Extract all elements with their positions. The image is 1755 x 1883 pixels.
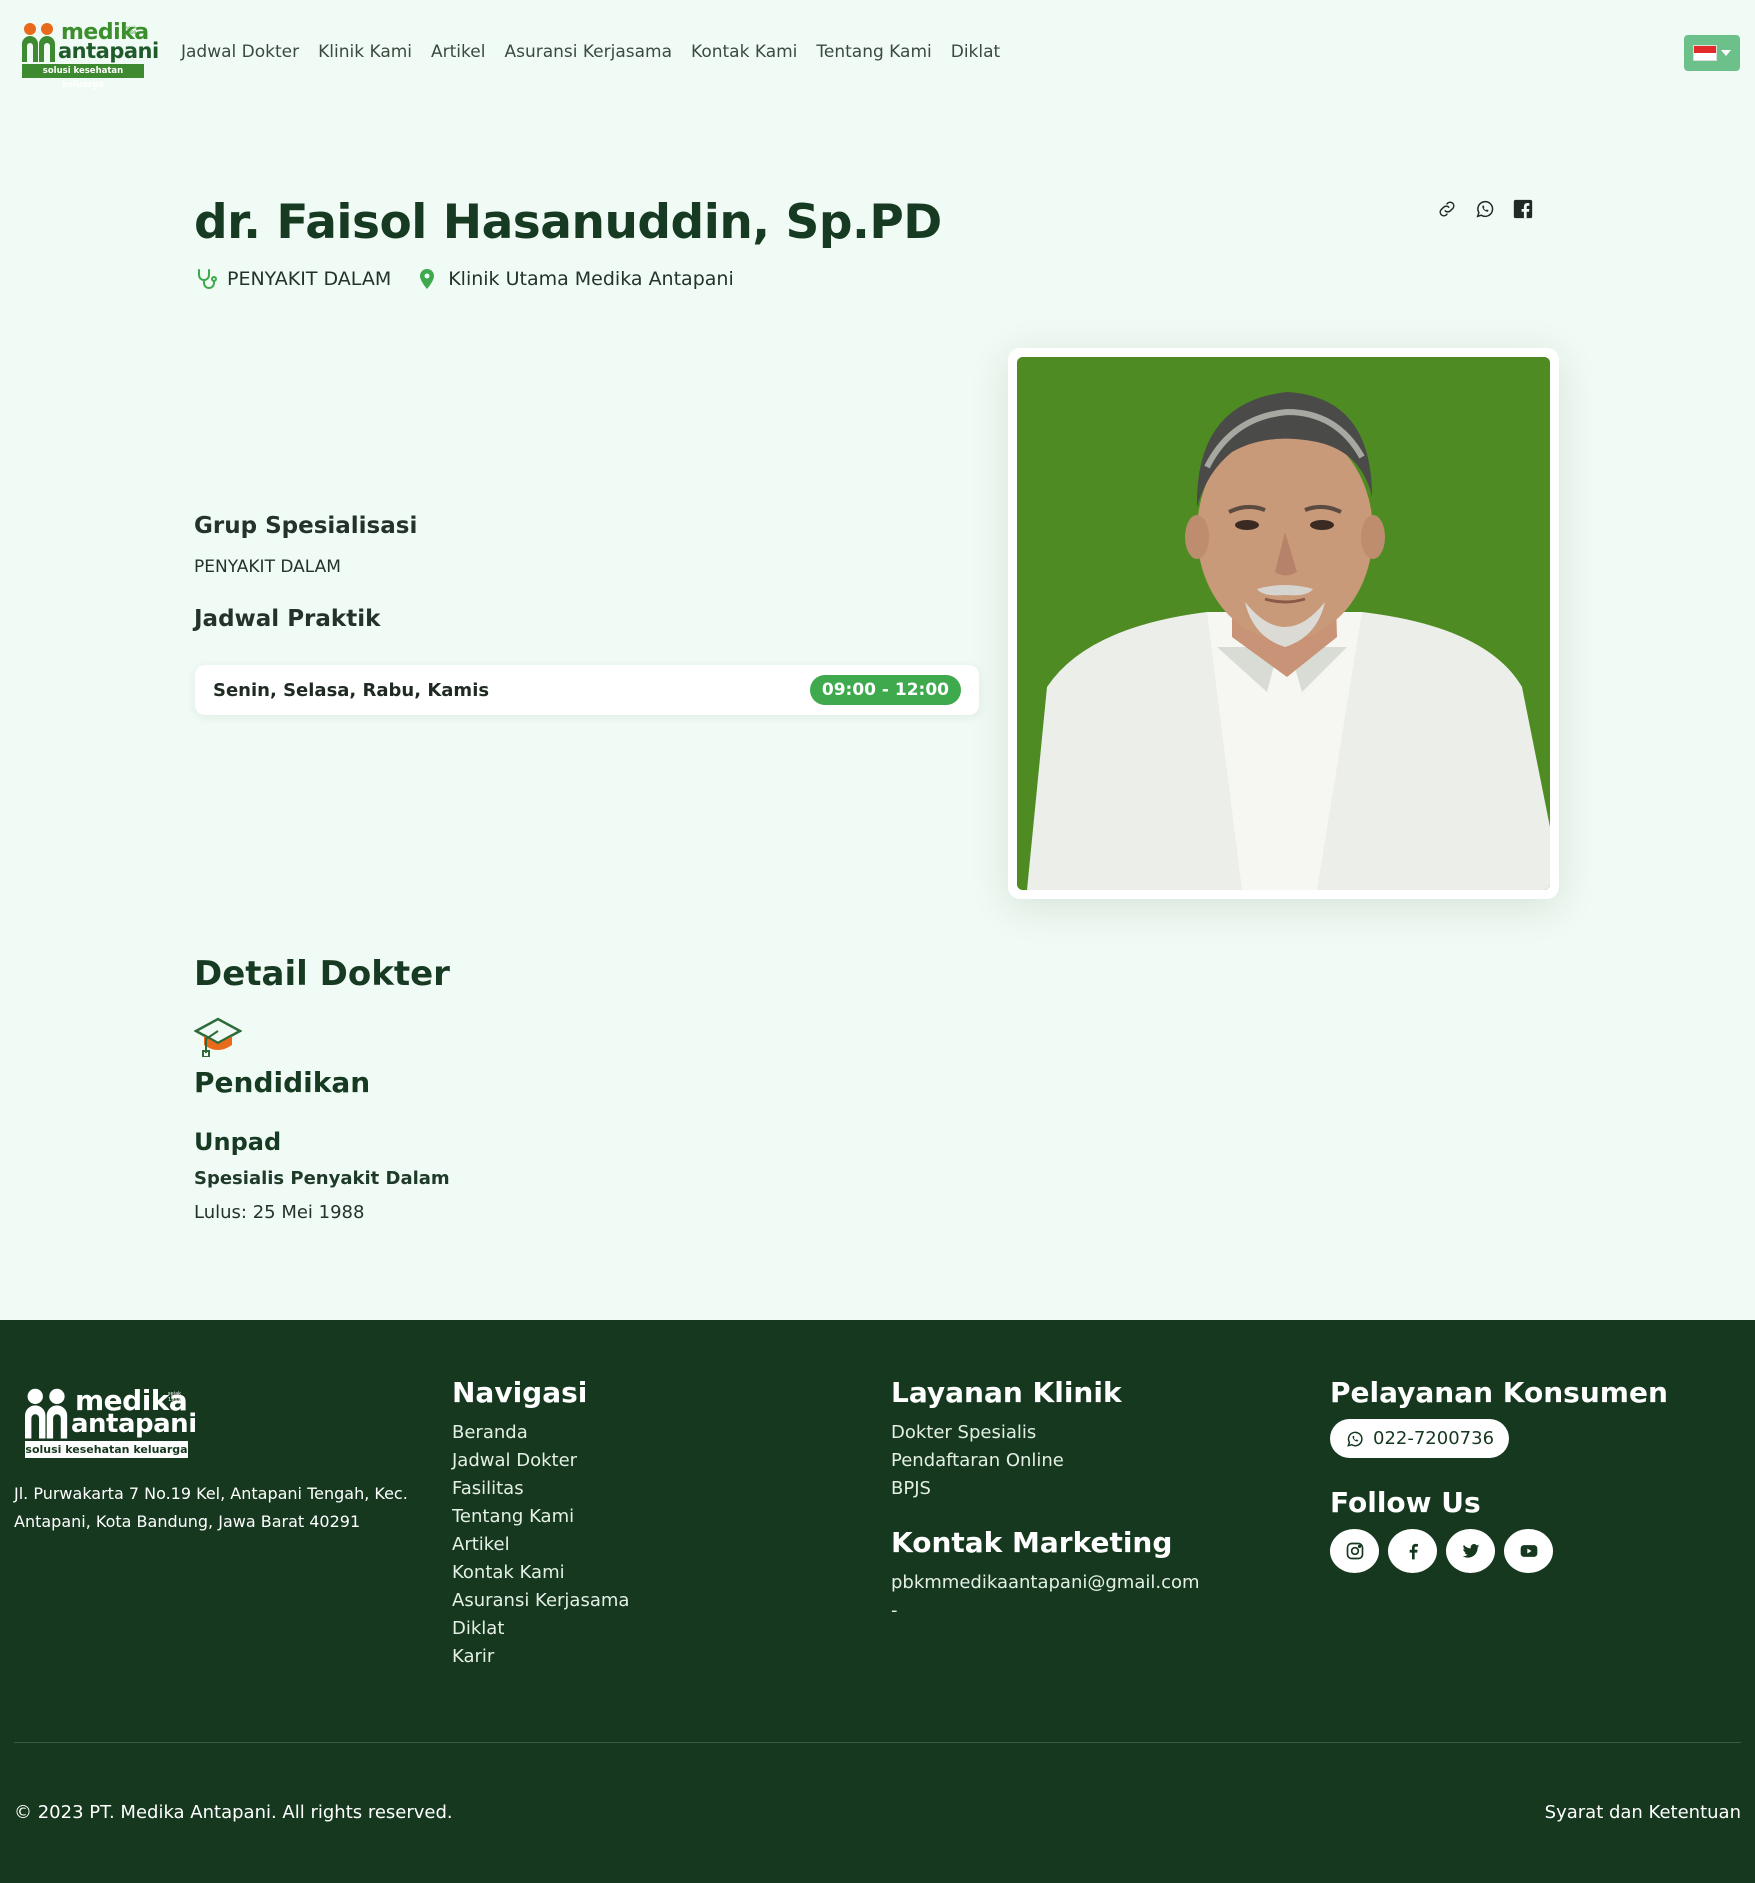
doctor-name: dr. Faisol Hasanuddin, Sp.PD [194,195,942,250]
facebook-icon[interactable] [1512,198,1534,220]
schedule-days: Senin, Selasa, Rabu, Kamis [213,679,490,701]
twitter-icon[interactable] [1446,1529,1495,1573]
nav-artikel[interactable]: Artikel [431,42,485,62]
footer-navigasi-heading: Navigasi [452,1376,588,1409]
language-switcher[interactable] [1684,35,1740,71]
footer-logo-text-bottom: antapani [71,1409,197,1439]
schedule-heading: Jadwal Praktik [194,606,381,632]
footer-layanan: Layanan Klinik Dokter Spesialis Pendafta… [891,1376,1200,1625]
nav-klinik-kami[interactable]: Klinik Kami [318,42,412,62]
footer-logo-since: sejak 1989 [168,1391,182,1403]
footer-konsumen: Pelayanan Konsumen 022-7200736 Follow Us [1330,1376,1668,1573]
footer-link-bpjs[interactable]: BPJS [891,1475,1200,1503]
stethoscope-icon [198,269,217,289]
footer-link-diklat[interactable]: Diklat [452,1615,629,1643]
footer-link-dokter-spesialis[interactable]: Dokter Spesialis [891,1419,1200,1447]
logo-people-icon [22,23,55,62]
logo-text-bottom: antapani [58,39,159,63]
nav-tentang-kami[interactable]: Tentang Kami [816,42,931,62]
doctor-photo-card [1008,348,1559,899]
footer-marketing-extra: - [891,1600,898,1621]
footer-address: Jl. Purwakarta 7 No.19 Kel, Antapani Ten… [14,1484,408,1531]
whatsapp-icon[interactable] [1474,198,1496,220]
doctor-specialty: PENYAKIT DALAM [227,268,392,290]
facebook-icon[interactable] [1388,1529,1437,1573]
footer-logo[interactable]: medika sejak 1989 antapani solusi keseha… [25,1384,197,1459]
instagram-icon[interactable] [1330,1529,1379,1573]
footer-link-pendaftaran-online[interactable]: Pendaftaran Online [891,1447,1200,1475]
main-menu: Jadwal Dokter Klinik Kami Artikel Asuran… [181,42,1019,62]
whatsapp-icon [1347,1431,1363,1447]
footer-link-asuransi-kerjasama[interactable]: Asuransi Kerjasama [452,1587,629,1615]
footer-link-beranda[interactable]: Beranda [452,1419,629,1447]
link-icon[interactable] [1436,198,1458,220]
doctor-photo [1017,357,1550,890]
footer-link-karir[interactable]: Karir [452,1643,629,1671]
phone-number: 022-7200736 [1373,1428,1495,1449]
logo-since: sejak 1989 [126,25,137,35]
doctor-clinic: Klinik Utama Medika Antapani [448,268,734,290]
doctor-portrait-image [1017,357,1550,890]
graduation-cap-icon [194,1017,242,1057]
education-heading: Pendidikan [194,1066,371,1099]
footer-divider [14,1742,1741,1743]
footer-link-tentang-kami[interactable]: Tentang Kami [452,1503,629,1531]
schedule-time-badge: 09:00 - 12:00 [809,675,961,705]
specialization-value: PENYAKIT DALAM [194,557,341,577]
phone-button[interactable]: 022-7200736 [1330,1419,1510,1458]
caret-down-icon [1721,50,1731,56]
footer-link-kontak-kami[interactable]: Kontak Kami [452,1559,629,1587]
footer-link-fasilitas[interactable]: Fasilitas [452,1475,629,1503]
site-footer: medika sejak 1989 antapani solusi keseha… [0,1320,1755,1883]
detail-heading: Detail Dokter [194,954,450,994]
nav-jadwal-dokter[interactable]: Jadwal Dokter [181,42,299,62]
footer-marketing-heading: Kontak Marketing [891,1526,1173,1559]
copyright: © 2023 PT. Medika Antapani. All rights r… [14,1802,453,1823]
footer-logo-people-icon [25,1388,68,1439]
footer-navigasi: Navigasi Beranda Jadwal Dokter Fasilitas… [452,1376,629,1671]
youtube-icon[interactable] [1504,1529,1553,1573]
doctor-meta: PENYAKIT DALAM Klinik Utama Medika Antap… [194,267,734,291]
nav-kontak-kami[interactable]: Kontak Kami [691,42,797,62]
education-graduated: Lulus: 25 Mei 1988 [194,1202,365,1223]
logo-tagline: solusi kesehatan keluarga [22,64,144,90]
share-icons [1436,198,1534,220]
social-links [1330,1529,1668,1573]
top-nav: medika sejak 1989 antapani solusi keseha… [0,0,1755,106]
footer-marketing-email[interactable]: pbkmmedikaantapani@gmail.com [891,1569,1200,1597]
footer-link-artikel[interactable]: Artikel [452,1531,629,1559]
terms-link[interactable]: Syarat dan Ketentuan [1545,1802,1741,1823]
footer-konsumen-heading: Pelayanan Konsumen [1330,1376,1668,1409]
education-university: Unpad [194,1128,282,1156]
footer-link-jadwal-dokter[interactable]: Jadwal Dokter [452,1447,629,1475]
nav-asuransi-kerjasama[interactable]: Asuransi Kerjasama [504,42,672,62]
brand-logo[interactable]: medika sejak 1989 antapani solusi keseha… [22,20,159,90]
schedule-row: Senin, Selasa, Rabu, Kamis 09:00 - 12:00 [195,665,979,715]
footer-layanan-heading: Layanan Klinik [891,1376,1122,1409]
follow-heading: Follow Us [1330,1486,1481,1519]
indonesia-flag-icon [1693,45,1717,61]
specialization-heading: Grup Spesialisasi [194,513,418,539]
footer-logo-tagline: solusi kesehatan keluarga [25,1441,188,1458]
education-program: Spesialis Penyakit Dalam [194,1168,450,1189]
location-pin-icon [420,269,435,289]
nav-diklat[interactable]: Diklat [951,42,1000,62]
